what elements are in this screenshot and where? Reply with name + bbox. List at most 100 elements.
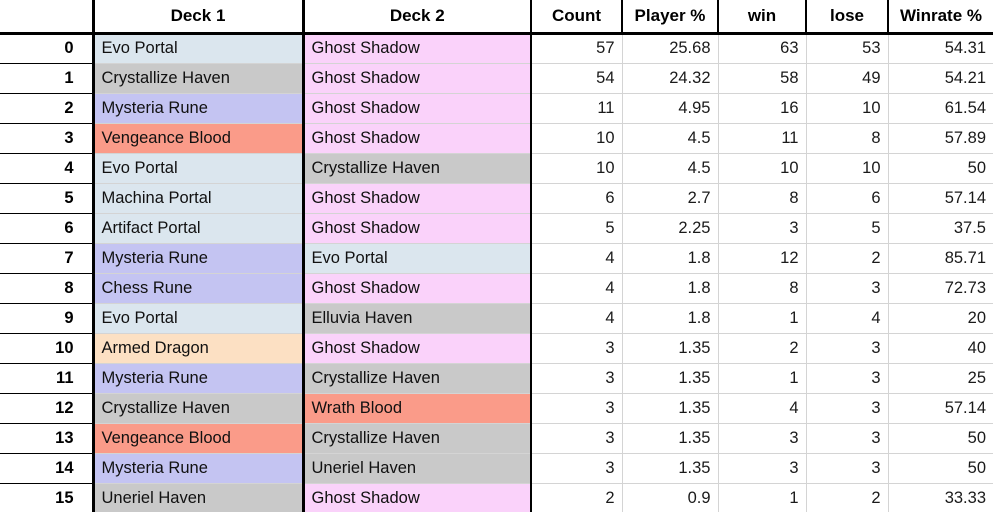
row-index-cell[interactable]: 5 xyxy=(0,183,95,214)
count-cell[interactable]: 10 xyxy=(530,153,623,184)
deck2-cell[interactable]: Ghost Shadow xyxy=(303,483,532,512)
winrate-percent-cell[interactable]: 61.54 xyxy=(888,93,993,124)
column-header-count[interactable]: Count xyxy=(531,0,623,35)
column-header-win[interactable]: win xyxy=(718,0,807,35)
win-cell[interactable]: 3 xyxy=(718,423,807,454)
table-row[interactable]: 0 Evo Portal Ghost Shadow 57 25.68 63 53 54.31 xyxy=(0,33,993,64)
count-cell[interactable]: 3 xyxy=(530,423,623,454)
lose-cell[interactable]: 49 xyxy=(806,63,889,94)
deck1-cell[interactable]: Machina Portal xyxy=(93,183,305,214)
lose-cell[interactable]: 4 xyxy=(806,303,889,334)
lose-cell[interactable]: 3 xyxy=(806,393,889,424)
winrate-percent-cell[interactable]: 54.31 xyxy=(888,33,993,64)
deck2-cell[interactable]: Crystallize Haven xyxy=(303,363,532,394)
count-cell[interactable]: 2 xyxy=(530,483,623,512)
table-row[interactable]: 4 Evo Portal Crystallize Haven 10 4.5 10 10 50 xyxy=(0,153,993,184)
deck2-cell[interactable]: Ghost Shadow xyxy=(303,63,532,94)
winrate-percent-cell[interactable]: 85.71 xyxy=(888,243,993,274)
lose-cell[interactable]: 10 xyxy=(806,153,889,184)
player-percent-cell[interactable]: 4.95 xyxy=(622,93,719,124)
win-cell[interactable]: 16 xyxy=(718,93,807,124)
deck1-cell[interactable]: Mysteria Rune xyxy=(93,363,305,394)
lose-cell[interactable]: 3 xyxy=(806,273,889,304)
count-cell[interactable]: 6 xyxy=(530,183,623,214)
table-row[interactable]: 8 Chess Rune Ghost Shadow 4 1.8 8 3 72.73 xyxy=(0,273,993,304)
table-row[interactable]: 10 Armed Dragon Ghost Shadow 3 1.35 2 3 40 xyxy=(0,333,993,364)
column-header-lose[interactable]: lose xyxy=(806,0,889,35)
winrate-percent-cell[interactable]: 57.14 xyxy=(888,183,993,214)
winrate-percent-cell[interactable]: 50 xyxy=(888,453,993,484)
deck1-cell[interactable]: Mysteria Rune xyxy=(93,243,305,274)
lose-cell[interactable]: 53 xyxy=(806,33,889,64)
deck1-cell[interactable]: Crystallize Haven xyxy=(93,393,305,424)
table-row[interactable]: 2 Mysteria Rune Ghost Shadow 11 4.95 16 10 61.5… xyxy=(0,93,993,124)
lose-cell[interactable]: 6 xyxy=(806,183,889,214)
winrate-percent-cell[interactable]: 57.14 xyxy=(888,393,993,424)
column-header-index[interactable] xyxy=(0,0,95,35)
row-index-cell[interactable]: 15 xyxy=(0,483,95,512)
lose-cell[interactable]: 10 xyxy=(806,93,889,124)
player-percent-cell[interactable]: 1.35 xyxy=(622,333,719,364)
table-row[interactable]: 6 Artifact Portal Ghost Shadow 5 2.25 3 5 37.5 xyxy=(0,213,993,244)
player-percent-cell[interactable]: 4.5 xyxy=(622,153,719,184)
row-index-cell[interactable]: 14 xyxy=(0,453,95,484)
deck1-cell[interactable]: Mysteria Rune xyxy=(93,453,305,484)
win-cell[interactable]: 1 xyxy=(718,483,807,512)
count-cell[interactable]: 3 xyxy=(530,453,623,484)
win-cell[interactable]: 63 xyxy=(718,33,807,64)
table-row[interactable]: 1 Crystallize Haven Ghost Shadow 54 24.32 58 4… xyxy=(0,63,993,94)
deck2-cell[interactable]: Uneriel Haven xyxy=(303,453,532,484)
player-percent-cell[interactable]: 2.25 xyxy=(622,213,719,244)
lose-cell[interactable]: 8 xyxy=(806,123,889,154)
deck2-cell[interactable]: Crystallize Haven xyxy=(303,153,532,184)
deck1-cell[interactable]: Chess Rune xyxy=(93,273,305,304)
deck1-cell[interactable]: Evo Portal xyxy=(93,33,305,64)
table-row[interactable]: 12 Crystallize Haven Wrath Blood 3 1.35 4 3 57.… xyxy=(0,393,993,424)
row-index-cell[interactable]: 6 xyxy=(0,213,95,244)
player-percent-cell[interactable]: 1.35 xyxy=(622,363,719,394)
count-cell[interactable]: 10 xyxy=(530,123,623,154)
table-row[interactable]: 5 Machina Portal Ghost Shadow 6 2.7 8 6 57.14 xyxy=(0,183,993,214)
lose-cell[interactable]: 5 xyxy=(806,213,889,244)
winrate-percent-cell[interactable]: 33.33 xyxy=(888,483,993,512)
deck1-cell[interactable]: Evo Portal xyxy=(93,303,305,334)
player-percent-cell[interactable]: 1.35 xyxy=(622,423,719,454)
player-percent-cell[interactable]: 1.8 xyxy=(622,243,719,274)
player-percent-cell[interactable]: 0.9 xyxy=(622,483,719,512)
deck1-cell[interactable]: Crystallize Haven xyxy=(93,63,305,94)
winrate-percent-cell[interactable]: 57.89 xyxy=(888,123,993,154)
winrate-percent-cell[interactable]: 50 xyxy=(888,153,993,184)
win-cell[interactable]: 1 xyxy=(718,303,807,334)
table-row[interactable]: 3 Vengeance Blood Ghost Shadow 10 4.5 11 8 57.8… xyxy=(0,123,993,154)
row-index-cell[interactable]: 3 xyxy=(0,123,95,154)
win-cell[interactable]: 3 xyxy=(718,453,807,484)
row-index-cell[interactable]: 0 xyxy=(0,33,95,64)
deck2-cell[interactable]: Ghost Shadow xyxy=(303,123,532,154)
player-percent-cell[interactable]: 25.68 xyxy=(622,33,719,64)
deck2-cell[interactable]: Ghost Shadow xyxy=(303,333,532,364)
win-cell[interactable]: 58 xyxy=(718,63,807,94)
deck2-cell[interactable]: Ghost Shadow xyxy=(303,273,532,304)
player-percent-cell[interactable]: 4.5 xyxy=(622,123,719,154)
deck2-cell[interactable]: Elluvia Haven xyxy=(303,303,532,334)
deck2-cell[interactable]: Crystallize Haven xyxy=(303,423,532,454)
row-index-cell[interactable]: 10 xyxy=(0,333,95,364)
count-cell[interactable]: 3 xyxy=(530,333,623,364)
winrate-percent-cell[interactable]: 54.21 xyxy=(888,63,993,94)
row-index-cell[interactable]: 4 xyxy=(0,153,95,184)
row-index-cell[interactable]: 13 xyxy=(0,423,95,454)
count-cell[interactable]: 57 xyxy=(530,33,623,64)
table-row[interactable]: 14 Mysteria Rune Uneriel Haven 3 1.35 3 3 50 xyxy=(0,453,993,484)
count-cell[interactable]: 54 xyxy=(530,63,623,94)
deck2-cell[interactable]: Ghost Shadow xyxy=(303,93,532,124)
win-cell[interactable]: 8 xyxy=(718,183,807,214)
row-index-cell[interactable]: 12 xyxy=(0,393,95,424)
column-header-deck2[interactable]: Deck 2 xyxy=(303,0,532,35)
deck1-cell[interactable]: Mysteria Rune xyxy=(93,93,305,124)
lose-cell[interactable]: 3 xyxy=(806,363,889,394)
table-row[interactable]: 11 Mysteria Rune Crystallize Haven 3 1.35 1 3 2… xyxy=(0,363,993,394)
deck1-cell[interactable]: Armed Dragon xyxy=(93,333,305,364)
count-cell[interactable]: 3 xyxy=(530,393,623,424)
row-index-cell[interactable]: 11 xyxy=(0,363,95,394)
table-row[interactable]: 13 Vengeance Blood Crystallize Haven 3 1.35 3… xyxy=(0,423,993,454)
